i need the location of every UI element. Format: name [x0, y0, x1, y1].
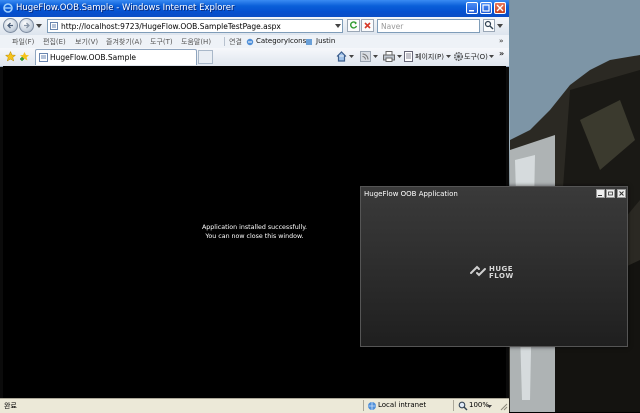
oob-close-button[interactable]	[617, 189, 626, 198]
menu-help[interactable]: 도움말(H)	[181, 37, 211, 47]
page-icon	[39, 53, 48, 62]
feeds-dropdown-icon[interactable]	[373, 55, 378, 58]
page-menu[interactable]: 페이지(P)	[415, 52, 444, 62]
hugeflow-logo-text: HUGE FLOW	[489, 266, 514, 280]
back-arrow-icon	[7, 22, 13, 29]
stop-button[interactable]	[361, 19, 374, 32]
resize-grip-icon[interactable]	[498, 401, 508, 411]
stop-icon	[364, 22, 371, 29]
menu-file[interactable]: 파일(F)	[12, 37, 34, 47]
links-label: 연결	[229, 38, 242, 46]
address-bar: http://localhost:9723/HugeFlow.OOB.Sampl…	[0, 17, 509, 36]
security-zone[interactable]: Local intranet	[378, 401, 426, 409]
status-text: 완료	[4, 402, 17, 410]
maximize-button[interactable]	[480, 2, 492, 14]
oob-maximize-button[interactable]	[606, 189, 615, 198]
page-icon	[50, 22, 58, 30]
minimize-button[interactable]	[466, 2, 478, 14]
forward-button[interactable]	[19, 18, 34, 33]
maximize-icon	[482, 4, 490, 12]
menubar-overflow-chevron-icon[interactable]: »	[499, 37, 504, 45]
zoom-dropdown-icon[interactable]	[487, 405, 492, 408]
address-url: http://localhost:9723/HugeFlow.OOB.Sampl…	[61, 22, 281, 31]
history-dropdown-icon[interactable]	[36, 24, 42, 28]
zoom-level[interactable]: 100%	[469, 401, 489, 409]
menu-view[interactable]: 보기(V)	[75, 37, 98, 47]
search-placeholder: Naver	[381, 22, 404, 31]
close-icon	[619, 191, 624, 196]
menu-favorites[interactable]: 즐겨찾기(A)	[106, 37, 142, 47]
refresh-icon	[350, 21, 358, 29]
logo-line-flow: FLOW	[489, 272, 514, 280]
oob-app-window: HugeFlow OOB Application HUGE FLOW	[360, 186, 628, 347]
hugeflow-logo-icon	[470, 265, 486, 277]
zoom-icon	[458, 401, 468, 411]
page-menu-icon	[404, 51, 413, 62]
tab-bar: HugeFlow.OOB.Sample 페이지(P) 도구(O) »	[0, 48, 509, 67]
link-categoryicons[interactable]: CategoryIcons	[256, 37, 306, 45]
back-button[interactable]	[3, 18, 18, 33]
tools-menu[interactable]: 도구(O)	[464, 52, 488, 62]
forward-arrow-icon	[24, 22, 30, 29]
title-bar[interactable]: HugeFlow.OOB.Sample - Windows Internet E…	[0, 0, 509, 18]
search-input[interactable]: Naver	[377, 19, 480, 33]
refresh-button[interactable]	[347, 19, 360, 32]
menu-separator	[224, 37, 225, 46]
menu-edit[interactable]: 편집(E)	[43, 37, 66, 47]
favorites-star-icon[interactable]	[5, 51, 16, 62]
home-icon[interactable]	[336, 51, 347, 62]
link-justin[interactable]: Justin	[316, 37, 335, 45]
maximize-icon	[608, 191, 613, 196]
print-icon[interactable]	[383, 51, 395, 62]
menu-tools[interactable]: 도구(T)	[150, 37, 173, 47]
address-input[interactable]: http://localhost:9723/HugeFlow.OOB.Sampl…	[47, 19, 343, 33]
home-dropdown-icon[interactable]	[349, 55, 354, 58]
tab-hugeflow-oob-sample[interactable]: HugeFlow.OOB.Sample	[35, 49, 197, 65]
new-tab-button[interactable]	[198, 50, 213, 64]
status-divider	[363, 400, 364, 411]
minimize-icon	[598, 195, 602, 196]
tools-menu-dropdown-icon[interactable]	[489, 55, 494, 58]
search-button[interactable]	[483, 19, 495, 32]
status-divider	[453, 400, 454, 411]
page-menu-dropdown-icon[interactable]	[446, 55, 451, 58]
ie-logo-icon	[3, 3, 13, 13]
search-icon	[484, 20, 494, 30]
feeds-icon[interactable]	[360, 51, 371, 62]
tools-gear-icon	[454, 52, 463, 61]
intranet-zone-icon	[368, 402, 376, 410]
search-options-dropdown-icon[interactable]	[497, 24, 503, 28]
link-page-icon	[246, 38, 254, 46]
add-favorites-icon[interactable]	[19, 51, 30, 62]
link-page-icon	[306, 39, 312, 45]
address-dropdown-icon[interactable]	[335, 24, 341, 28]
close-button[interactable]	[494, 2, 506, 14]
menu-bar: 파일(F) 편집(E) 보기(V) 즐겨찾기(A) 도구(T) 도움말(H) 연…	[0, 35, 509, 49]
window-title: HugeFlow.OOB.Sample - Windows Internet E…	[16, 3, 235, 13]
tab-title: HugeFlow.OOB.Sample	[50, 53, 137, 62]
print-dropdown-icon[interactable]	[397, 55, 402, 58]
close-icon	[496, 4, 504, 12]
status-bar: 완료 Local intranet 100%	[0, 398, 509, 413]
oob-window-title: HugeFlow OOB Application	[364, 190, 458, 198]
oob-minimize-button[interactable]	[596, 189, 605, 198]
minimize-icon	[469, 10, 474, 12]
toolbar-overflow-chevron-icon[interactable]: »	[499, 49, 504, 58]
